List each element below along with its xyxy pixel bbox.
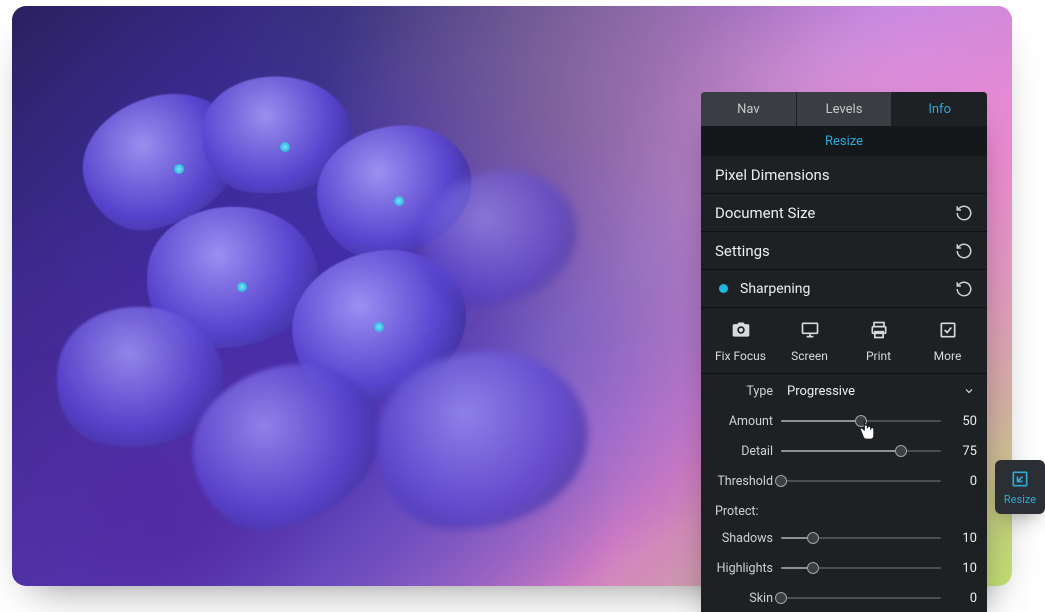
shadows-value: 10	[949, 531, 977, 546]
detail-slider[interactable]	[781, 444, 941, 458]
highlights-slider[interactable]	[781, 561, 941, 575]
threshold-value: 0	[949, 474, 977, 489]
preset-label: Fix Focus	[715, 349, 766, 363]
section-label: Document Size	[715, 204, 815, 222]
amount-value: 50	[949, 414, 977, 429]
threshold-label: Threshold	[711, 474, 773, 489]
camera-icon	[730, 320, 752, 343]
section-label: Pixel Dimensions	[715, 166, 830, 184]
skin-value: 0	[949, 591, 977, 606]
panel-tabs: Nav Levels Info	[701, 92, 987, 126]
skin-slider[interactable]	[781, 591, 941, 605]
mode-resize[interactable]: Resize	[701, 126, 987, 156]
reset-icon[interactable]	[955, 242, 973, 260]
shadows-slider[interactable]	[781, 531, 941, 545]
preset-label: More	[934, 349, 962, 363]
monitor-icon	[799, 320, 821, 343]
chevron-down-icon	[963, 385, 975, 397]
type-label: Type	[711, 384, 773, 399]
preset-more[interactable]: More	[914, 318, 981, 367]
reset-icon[interactable]	[955, 204, 973, 222]
detail-value: 75	[949, 444, 977, 459]
protect-label: Protect:	[711, 500, 977, 519]
shadows-label: Shadows	[711, 531, 773, 546]
preset-label: Screen	[791, 349, 828, 363]
properties-panel: Nav Levels Info Resize Pixel Dimensions …	[701, 92, 987, 612]
highlights-value: 10	[949, 561, 977, 576]
tab-levels[interactable]: Levels	[796, 92, 892, 126]
section-label: Sharpening	[740, 281, 810, 297]
reset-icon[interactable]	[955, 280, 973, 298]
type-value: Progressive	[787, 384, 855, 399]
type-select[interactable]: Progressive	[781, 381, 977, 401]
amount-label: Amount	[711, 414, 773, 429]
tab-nav[interactable]: Nav	[701, 92, 796, 126]
preset-label: Print	[866, 349, 891, 363]
threshold-slider[interactable]	[781, 474, 941, 488]
section-pixel-dimensions[interactable]: Pixel Dimensions	[701, 156, 987, 194]
section-document-size[interactable]: Document Size	[701, 194, 987, 232]
detail-label: Detail	[711, 444, 773, 459]
preset-print[interactable]: Print	[845, 318, 912, 367]
printer-icon	[868, 320, 890, 343]
dock-tab-resize[interactable]: Resize	[995, 460, 1045, 514]
section-settings[interactable]: Settings	[701, 232, 987, 270]
preset-fix-focus[interactable]: Fix Focus	[707, 318, 774, 367]
preset-row: Fix Focus Screen Print More	[701, 308, 987, 374]
tab-info[interactable]: Info	[891, 92, 987, 126]
resize-icon	[1010, 469, 1030, 489]
amount-slider[interactable]	[781, 414, 941, 428]
section-sharpening[interactable]: Sharpening	[701, 270, 987, 308]
highlights-label: Highlights	[711, 561, 773, 576]
skin-label: Skin	[711, 591, 773, 606]
active-dot-icon	[719, 284, 728, 293]
check-box-icon	[937, 320, 959, 343]
preset-screen[interactable]: Screen	[776, 318, 843, 367]
dock-tab-label: Resize	[1004, 493, 1036, 506]
section-label: Settings	[715, 242, 770, 260]
